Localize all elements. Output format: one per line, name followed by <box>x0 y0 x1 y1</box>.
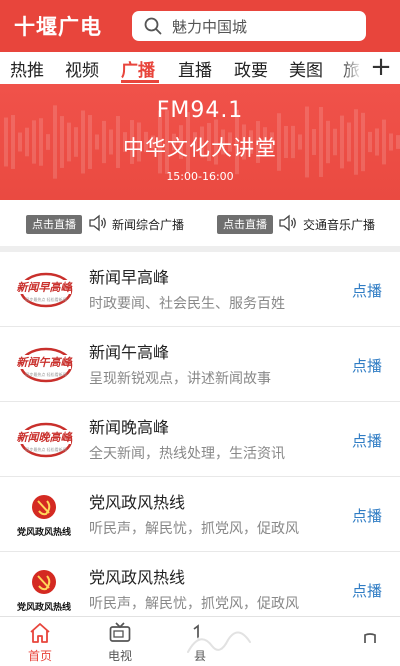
nav-user[interactable] <box>340 617 400 666</box>
active-tab-indicator <box>121 80 159 83</box>
party-emblem-icon: 党风政风热线 <box>17 570 71 613</box>
play-on-demand-button[interactable]: 点播 <box>352 355 382 376</box>
tabs-fade <box>340 52 362 84</box>
program-title: 新闻午高峰 <box>89 343 170 362</box>
watermark-logo <box>185 630 253 655</box>
live-button-news[interactable]: 点击直播 <box>26 215 82 234</box>
news-logo-icon: 新闻晚高峰 同步最热点 轻松看新闻 <box>17 422 74 458</box>
tab-photos[interactable]: 美图 <box>289 56 323 81</box>
search-input[interactable]: 魅力中国城 <box>132 11 366 41</box>
svg-text:新闻午高峰: 新闻午高峰 <box>17 356 74 369</box>
nav-home-label: 首页 <box>27 649 52 663</box>
program-subtitle: 听民声，解民忧，抓党风，促政风 <box>89 596 299 612</box>
list-item[interactable]: 新闻午高峰 同步最热点 轻松看新闻 新闻午高峰 呈现新锐观点，讲述新闻故事 点播 <box>0 327 400 402</box>
channel-news[interactable]: 新闻综合广播 <box>112 216 184 233</box>
svg-text:党风政风热线: 党风政风热线 <box>17 601 71 613</box>
program-title: 新闻晚高峰 <box>89 418 170 437</box>
play-on-demand-button[interactable]: 点播 <box>352 280 382 301</box>
nav-tv-label: 电视 <box>107 649 132 663</box>
banner-time: 15:00-16:00 <box>166 170 234 183</box>
speaker-icon <box>89 214 106 232</box>
tab-politics[interactable]: 政要 <box>234 56 268 81</box>
program-title: 党风政风热线 <box>89 568 186 587</box>
nav-tv[interactable]: 电视 <box>90 617 150 666</box>
search-placeholder: 魅力中国城 <box>172 17 248 36</box>
list-item[interactable]: 新闻早高峰 同步最热点 轻松看新闻 新闻早高峰 时政要闻、社会民生、服务百姓 点… <box>0 252 400 327</box>
news-logo-icon: 新闻午高峰 同步最热点 轻松看新闻 <box>17 347 74 383</box>
svg-text:同步最热点 轻松看新闻: 同步最热点 轻松看新闻 <box>25 446 66 452</box>
app-title: 十堰广电 <box>14 15 102 39</box>
program-subtitle: 听民声，解民忧，抓党风，促政风 <box>89 521 299 537</box>
play-on-demand-button[interactable]: 点播 <box>352 580 382 601</box>
banner-frequency: FM94.1 <box>156 98 244 123</box>
list-item[interactable]: 新闻晚高峰 同步最热点 轻松看新闻 新闻晚高峰 全天新闻，热线处理，生活资讯 点… <box>0 402 400 477</box>
nav-home[interactable]: 首页 <box>10 617 70 666</box>
live-channels: 点击直播 新闻综合广播 点击直播 交通音乐广播 <box>0 200 400 246</box>
svg-text:新闻早高峰: 新闻早高峰 <box>17 281 74 294</box>
list-item[interactable]: 党风政风热线 党风政风热线 听民声，解民忧，抓党风，促政风 点播 <box>0 477 400 552</box>
add-tab-button[interactable]: + <box>362 52 400 84</box>
tab-hot[interactable]: 热推 <box>10 56 44 81</box>
play-on-demand-button[interactable]: 点播 <box>352 505 382 526</box>
search-icon <box>144 17 162 35</box>
category-tabs: 热推 视频 广播 直播 政要 美图 旅 + <box>0 52 400 84</box>
svg-text:党风政风热线: 党风政风热线 <box>17 526 71 538</box>
svg-text:同步最热点 轻松看新闻: 同步最热点 轻松看新闻 <box>25 371 66 377</box>
news-logo-icon: 新闻早高峰 同步最热点 轻松看新闻 <box>17 272 74 308</box>
home-icon <box>30 623 50 643</box>
party-emblem-icon: 党风政风热线 <box>17 495 71 538</box>
svg-text:同步最热点 轻松看新闻: 同步最热点 轻松看新闻 <box>25 296 66 302</box>
banner-program: 中华文化大讲堂 <box>123 136 277 160</box>
program-title: 党风政风热线 <box>89 493 186 512</box>
app-header: 十堰广电 魅力中国城 <box>0 0 400 52</box>
tab-live[interactable]: 直播 <box>178 56 212 81</box>
program-subtitle: 时政要闻、社会民生、服务百姓 <box>89 296 285 312</box>
program-subtitle: 呈现新锐观点，讲述新闻故事 <box>89 371 271 387</box>
tv-icon <box>109 622 131 642</box>
tab-video[interactable]: 视频 <box>65 56 99 81</box>
play-on-demand-button[interactable]: 点播 <box>352 430 382 451</box>
program-title: 新闻早高峰 <box>89 268 170 287</box>
live-button-traffic[interactable]: 点击直播 <box>217 215 273 234</box>
user-icon <box>364 633 376 643</box>
channel-traffic-music[interactable]: 交通音乐广播 <box>303 216 375 233</box>
speaker-icon <box>279 214 296 232</box>
tab-radio[interactable]: 广播 <box>121 56 155 81</box>
radio-banner[interactable]: FM94.1 中华文化大讲堂 15:00-16:00 <box>0 84 400 200</box>
program-subtitle: 全天新闻，热线处理，生活资讯 <box>89 446 285 462</box>
svg-text:新闻晚高峰: 新闻晚高峰 <box>17 431 74 444</box>
